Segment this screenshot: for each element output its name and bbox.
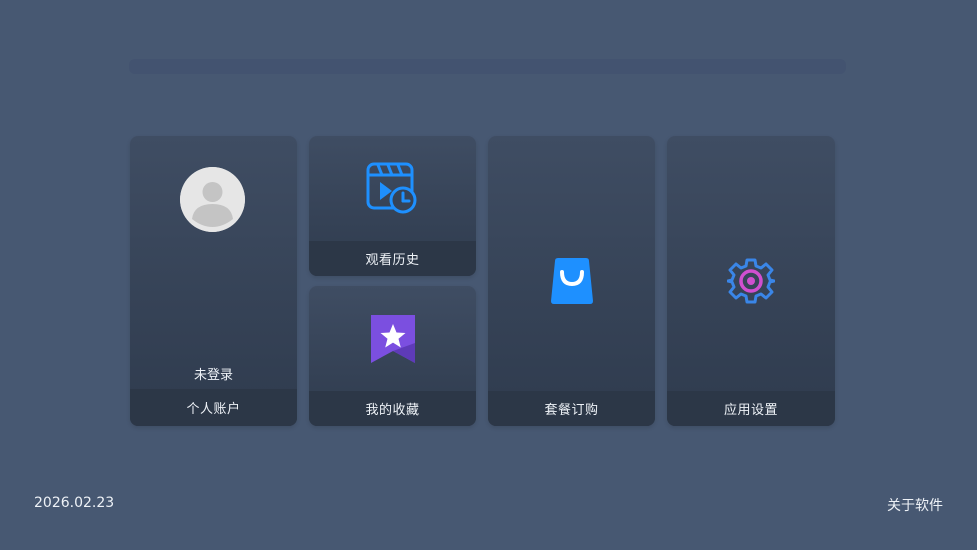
top-search-bar[interactable] — [129, 59, 846, 74]
user-avatar-icon — [180, 167, 245, 232]
package-subscription-label: 套餐订购 — [488, 391, 655, 426]
account-card[interactable]: 未登录 个人账户 — [130, 136, 297, 426]
favorites-label: 我的收藏 — [309, 391, 476, 426]
account-label: 个人账户 — [130, 389, 297, 426]
app-settings-card[interactable]: 应用设置 — [667, 136, 835, 426]
gear-icon — [726, 257, 776, 309]
favorites-card[interactable]: 我的收藏 — [309, 286, 476, 426]
star-bookmark-icon — [369, 313, 417, 369]
watch-history-card[interactable]: 观看历史 — [309, 136, 476, 276]
login-status: 未登录 — [193, 368, 233, 383]
app-settings-label: 应用设置 — [667, 391, 835, 426]
package-subscription-card[interactable]: 套餐订购 — [488, 136, 655, 426]
watch-history-label: 观看历史 — [309, 241, 476, 276]
shopping-bag-icon — [549, 257, 595, 309]
clapperboard-clock-icon — [366, 162, 420, 220]
current-date: 2026.02.23 — [34, 495, 115, 511]
about-software-link[interactable]: 关于软件 — [887, 495, 943, 515]
